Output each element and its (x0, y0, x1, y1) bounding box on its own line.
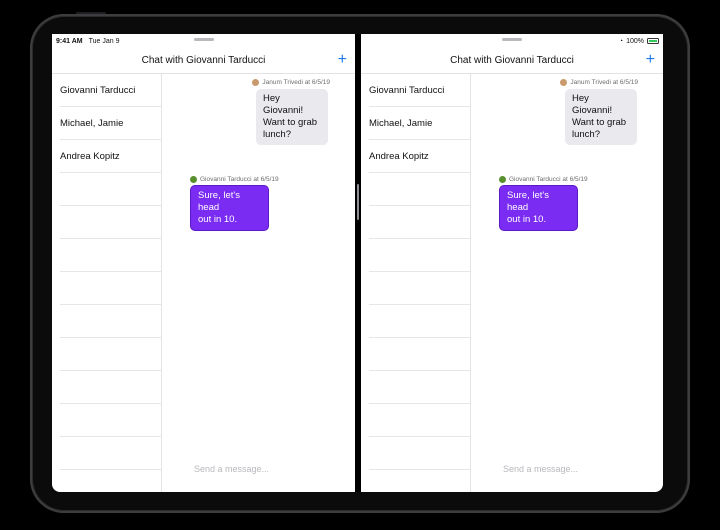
empty-row (369, 437, 470, 470)
conversation-name: Michael, Jamie (369, 117, 433, 129)
message-input[interactable]: Send a message... (194, 464, 269, 474)
conversation-name: Michael, Jamie (60, 117, 124, 129)
conversation-view: Janum Trivedi at 6/5/19 Hey Giovanni! Wa… (471, 74, 663, 492)
plus-icon[interactable]: + (646, 50, 655, 70)
split-view-divider-handle[interactable] (357, 184, 359, 220)
conversation-list: Giovanni Tarducci Michael, Jamie Andrea … (52, 74, 162, 492)
multitasking-grabber[interactable] (502, 38, 522, 41)
avatar (252, 79, 260, 86)
empty-row (60, 437, 161, 470)
right-app-pane: ◔ 100% Chat with Giovanni Tarducci + Gio… (361, 34, 663, 492)
plus-icon[interactable]: + (338, 50, 347, 70)
empty-row (60, 338, 161, 371)
empty-row (60, 272, 161, 305)
multitasking-grabber[interactable] (193, 38, 214, 41)
sender-label: Janum Trivedi at 6/5/19 (262, 79, 330, 86)
conversation-item[interactable]: Giovanni Tarducci (369, 74, 470, 107)
empty-row (369, 173, 470, 206)
empty-row (369, 239, 470, 272)
status-bar: ◔ 100% (361, 34, 663, 48)
message-line: Want to grab (572, 117, 627, 128)
conversation-item[interactable]: Michael, Jamie (369, 107, 470, 140)
message-line: lunch? (263, 129, 291, 140)
conversation-item[interactable]: Michael, Jamie (60, 107, 161, 140)
message-line: Sure, let's head (198, 190, 240, 213)
message-line: Hey Giovanni! (263, 93, 304, 116)
screen: 9:41 AM Tue Jan 9 Chat with Giovanni Tar… (52, 34, 663, 492)
sender-label: Giovanni Tarducci at 6/5/19 (200, 176, 279, 183)
conversation-item[interactable]: Andrea Kopitz (60, 140, 161, 173)
empty-row (60, 371, 161, 404)
empty-row (60, 239, 161, 272)
message-input[interactable]: Send a message... (503, 464, 578, 474)
empty-row (369, 206, 470, 239)
message-line: Want to grab (263, 117, 318, 128)
avatar (560, 79, 568, 86)
status-date: Tue Jan 9 (88, 37, 120, 45)
conversation-name: Andrea Kopitz (60, 150, 120, 162)
conversation-view: Janum Trivedi at 6/5/19 Hey Giovanni! Wa… (162, 74, 355, 492)
avatar (499, 176, 506, 183)
conversation-list: Giovanni Tarducci Michael, Jamie Andrea … (361, 74, 471, 492)
chat-title: Chat with Giovanni Tarducci (141, 55, 266, 66)
empty-row (369, 338, 470, 371)
empty-row (369, 371, 470, 404)
message-meta: Janum Trivedi at 6/5/19 (560, 79, 638, 86)
empty-row (60, 206, 161, 239)
left-app-pane: 9:41 AM Tue Jan 9 Chat with Giovanni Tar… (52, 34, 355, 492)
wifi-icon: ◔ (618, 37, 624, 45)
empty-row (369, 272, 470, 305)
chat-title: Chat with Giovanni Tarducci (450, 55, 574, 66)
message-line: out in 10. (198, 214, 238, 225)
message-meta: Giovanni Tarducci at 6/5/19 (190, 176, 279, 183)
conversation-item[interactable]: Andrea Kopitz (369, 140, 470, 173)
conversation-item[interactable]: Giovanni Tarducci (60, 74, 161, 107)
message-meta: Janum Trivedi at 6/5/19 (252, 79, 330, 86)
avatar (190, 176, 197, 183)
message-line: Hey Giovanni! (572, 93, 613, 116)
empty-row (60, 404, 161, 437)
incoming-message-bubble[interactable]: Hey Giovanni! Want to grab lunch? (256, 89, 328, 145)
battery-percentage: 100% (626, 37, 644, 45)
empty-row (60, 305, 161, 338)
sender-label: Giovanni Tarducci at 6/5/19 (509, 176, 588, 183)
sender-label: Janum Trivedi at 6/5/19 (570, 79, 638, 86)
message-line: Sure, let's head (507, 190, 549, 213)
empty-row (60, 173, 161, 206)
empty-row (369, 305, 470, 338)
message-line: lunch? (572, 129, 600, 140)
nav-bar: Chat with Giovanni Tarducci + (361, 48, 663, 74)
outgoing-message-bubble[interactable]: Sure, let's head out in 10. (499, 185, 578, 231)
conversation-name: Giovanni Tarducci (369, 84, 445, 96)
empty-row (369, 404, 470, 437)
battery-icon (647, 38, 659, 44)
conversation-name: Andrea Kopitz (369, 150, 429, 162)
incoming-message-bubble[interactable]: Hey Giovanni! Want to grab lunch? (565, 89, 637, 145)
status-time: 9:41 AM (56, 37, 83, 45)
message-meta: Giovanni Tarducci at 6/5/19 (499, 176, 588, 183)
conversation-name: Giovanni Tarducci (60, 84, 136, 96)
nav-bar: Chat with Giovanni Tarducci + (52, 48, 355, 74)
message-line: out in 10. (507, 214, 547, 225)
device-top-button (76, 12, 106, 14)
outgoing-message-bubble[interactable]: Sure, let's head out in 10. (190, 185, 269, 231)
status-right: ◔ 100% (619, 38, 659, 45)
status-bar: 9:41 AM Tue Jan 9 (52, 34, 355, 48)
